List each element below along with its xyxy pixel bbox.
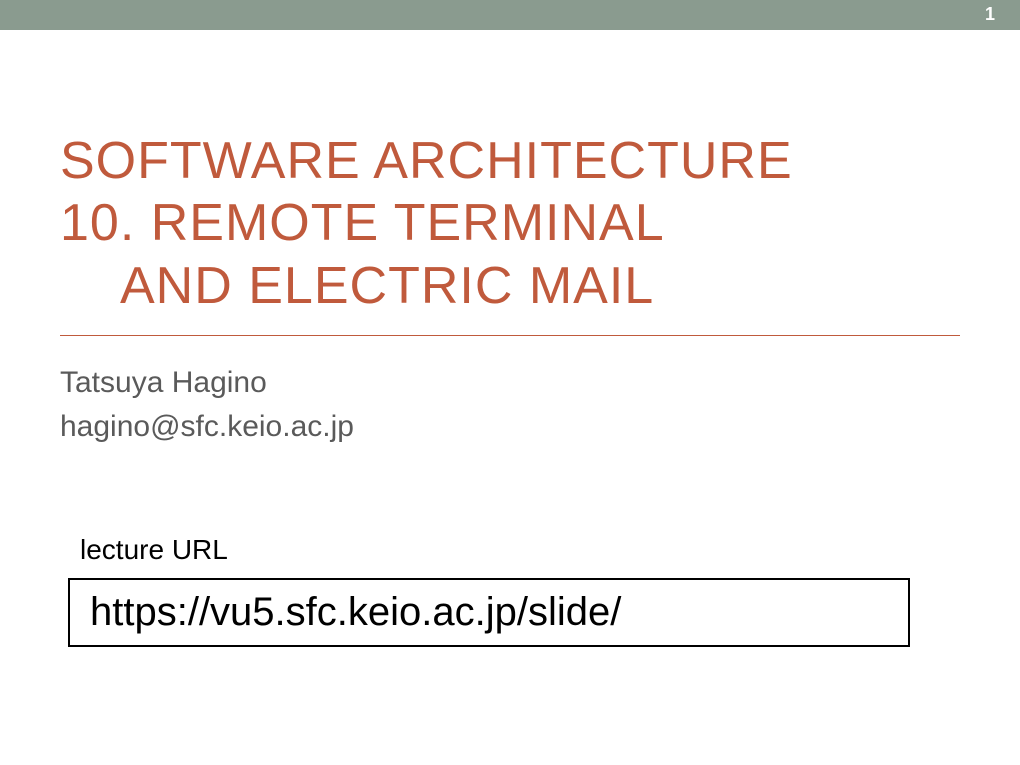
url-label: lecture URL — [60, 534, 960, 566]
url-text: https://vu5.sfc.keio.ac.jp/slide/ — [90, 590, 621, 634]
page-number: 1 — [985, 4, 995, 25]
title-line-1: SOFTWARE ARCHITECTURE — [60, 130, 960, 192]
slide-title: SOFTWARE ARCHITECTURE 10. REMOTE TERMINA… — [60, 130, 960, 317]
header-bar: 1 — [0, 0, 1020, 30]
slide-content: SOFTWARE ARCHITECTURE 10. REMOTE TERMINA… — [0, 30, 1020, 647]
title-divider — [60, 335, 960, 336]
author-name: Tatsuya Hagino — [60, 366, 960, 400]
author-email: hagino@sfc.keio.ac.jp — [60, 410, 960, 444]
title-line-3: AND ELECTRIC MAIL — [60, 255, 960, 317]
url-box: https://vu5.sfc.keio.ac.jp/slide/ — [68, 578, 910, 647]
title-line-2: 10. REMOTE TERMINAL — [60, 192, 960, 254]
